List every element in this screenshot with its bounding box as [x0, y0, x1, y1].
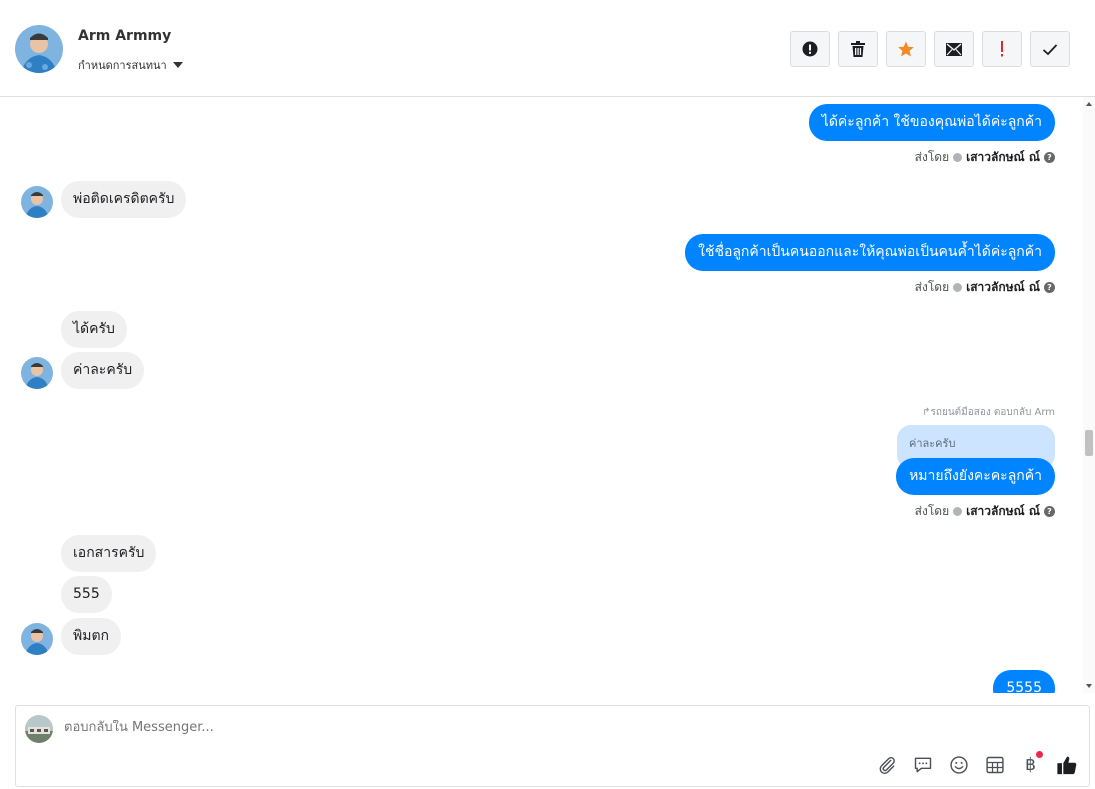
verified-icon	[953, 283, 963, 292]
delete-button[interactable]	[838, 31, 878, 67]
sent-by-meta: ส่งโดย เสาวลักษณ์ ณ์ ?	[915, 502, 1055, 521]
outgoing-message[interactable]: หมายถึงยังคะคะลูกค้า	[896, 458, 1055, 495]
help-icon[interactable]: ?	[1044, 152, 1055, 163]
thumbs-up-icon	[1056, 756, 1076, 774]
composer-toolbar: ฿	[874, 751, 1079, 777]
smiley-icon	[949, 755, 968, 774]
message-thread[interactable]: ได้ค่ะลูกค้า ใช้ของคุณพ่อได้ค่ะลูกค้า ส่…	[0, 97, 1095, 693]
reply-context-text: รถยนต์มือสอง ตอบกลับ Arm	[930, 407, 1055, 418]
incoming-message[interactable]: ค่าละครับ	[61, 352, 145, 389]
emoji-button[interactable]	[946, 752, 971, 777]
sender-name: เสาวลักษณ์ ณ์	[966, 280, 1040, 294]
table-icon	[985, 756, 1004, 773]
verified-icon	[953, 153, 963, 162]
attach-button[interactable]	[874, 752, 899, 777]
sent-by-label: ส่งโดย	[914, 280, 950, 294]
reply-input[interactable]	[64, 720, 964, 735]
conversation-settings-label: กำหนดการสนทนา	[78, 59, 167, 72]
message-composer: ฿	[15, 705, 1090, 787]
incoming-message[interactable]: พิมตก	[61, 618, 122, 655]
like-button[interactable]	[1054, 752, 1079, 777]
contact-avatar-small[interactable]	[21, 186, 53, 218]
outgoing-message[interactable]: ได้ค่ะลูกค้า ใช้ของคุณพ่อได้ค่ะลูกค้า	[808, 104, 1055, 141]
verified-icon	[953, 507, 963, 516]
mark-unread-button[interactable]	[934, 31, 974, 67]
incoming-message[interactable]: 555	[61, 576, 112, 613]
scrollbar-thumb[interactable]	[1085, 430, 1093, 456]
conversation-settings-dropdown[interactable]: กำหนดการสนทนา	[78, 56, 183, 74]
paperclip-icon	[879, 756, 895, 774]
comment-icon	[914, 757, 931, 772]
report-button[interactable]	[790, 31, 830, 67]
mail-icon	[946, 42, 962, 56]
sender-name: เสาวลักษณ์ ณ์	[966, 504, 1040, 518]
incoming-message[interactable]: เอกสารครับ	[61, 535, 157, 572]
scroll-down-arrow-icon[interactable]	[1086, 684, 1092, 688]
help-icon[interactable]: ?	[1044, 282, 1055, 293]
contact-avatar-small[interactable]	[21, 623, 53, 655]
star-button[interactable]	[886, 31, 926, 67]
payment-button[interactable]: ฿	[1018, 751, 1043, 777]
sent-by-label: ส่งโดย	[914, 150, 950, 164]
contact-name[interactable]: Arm Armmy	[78, 28, 171, 44]
notification-dot	[1036, 751, 1043, 758]
conversation-header: Arm Armmy กำหนดการสนทนา	[0, 0, 1095, 97]
sent-by-meta: ส่งโดย เสาวลักษณ์ ณ์ ?	[915, 148, 1055, 167]
help-icon[interactable]: ?	[1044, 506, 1055, 517]
exclamation-icon	[1001, 41, 1003, 57]
contact-avatar-small[interactable]	[21, 357, 53, 389]
important-button[interactable]	[982, 31, 1022, 67]
chat-scrollbar[interactable]	[1083, 97, 1095, 693]
outgoing-message[interactable]: 5555	[993, 670, 1055, 693]
page-avatar	[25, 715, 53, 743]
trash-icon	[851, 41, 865, 57]
table-button[interactable]	[982, 752, 1007, 777]
reply-arrow-icon: ↱	[922, 407, 931, 418]
baht-icon: ฿	[1025, 754, 1036, 775]
incoming-message[interactable]: ได้ครับ	[61, 311, 127, 348]
sender-name: เสาวลักษณ์ ณ์	[966, 150, 1040, 164]
sent-by-label: ส่งโดย	[914, 504, 950, 518]
sent-by-meta: ส่งโดย เสาวลักษณ์ ณ์ ?	[915, 278, 1055, 297]
incoming-message[interactable]: พ่อติดเครดิตครับ	[61, 181, 187, 218]
alert-icon	[802, 41, 818, 57]
check-icon	[1042, 43, 1058, 55]
scroll-up-arrow-icon[interactable]	[1086, 102, 1092, 106]
saved-replies-button[interactable]	[910, 752, 935, 777]
reply-context: ↱รถยนต์มือสอง ตอบกลับ Arm	[922, 405, 1055, 420]
outgoing-message[interactable]: ใช้ชื่อลูกค้าเป็นคนออกและให้คุณพ่อเป็นคน…	[685, 234, 1055, 271]
done-button[interactable]	[1030, 31, 1070, 67]
star-icon	[898, 41, 914, 57]
header-actions	[790, 31, 1070, 67]
caret-down-icon	[172, 62, 183, 68]
contact-avatar[interactable]	[15, 25, 63, 73]
